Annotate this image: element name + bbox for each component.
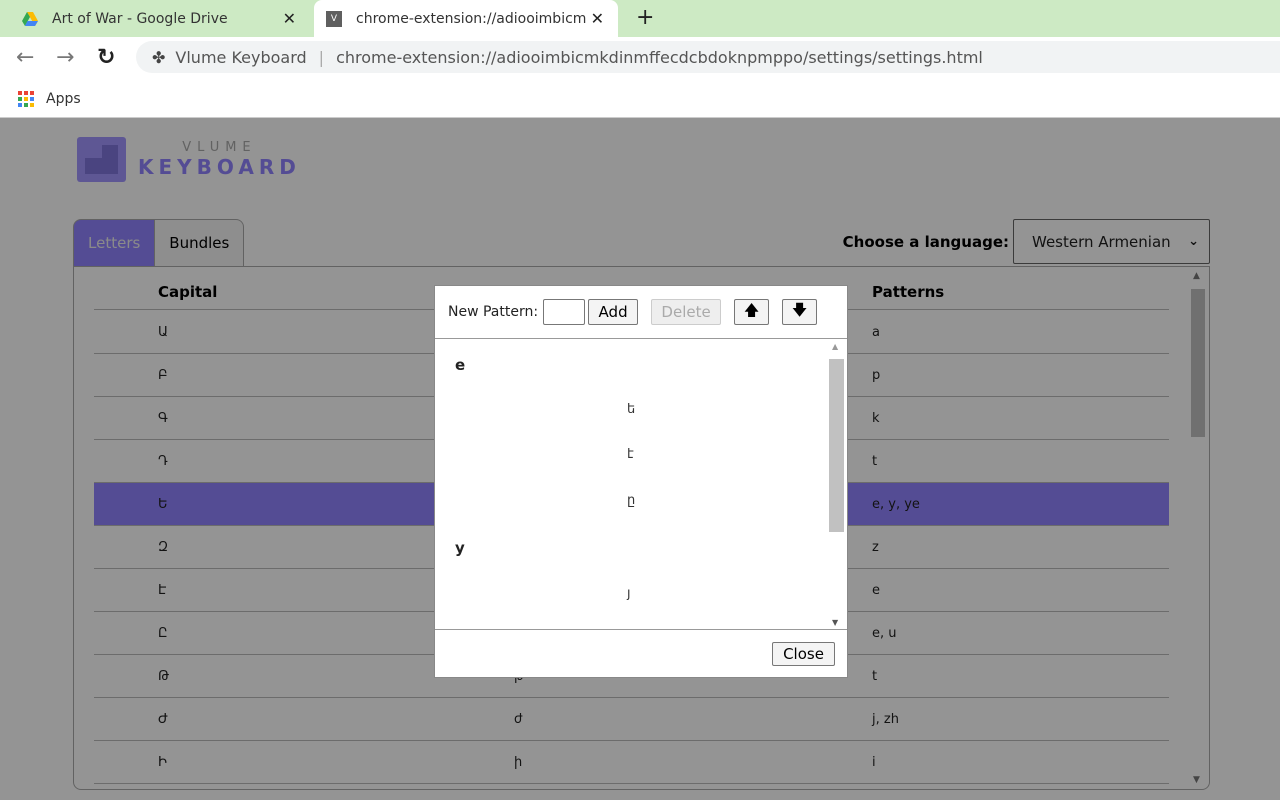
browser-tab-extension[interactable]: V chrome-extension://adiooimbicm ✕ [314,0,618,37]
dialog-footer: Close [435,630,847,678]
back-icon[interactable]: ← [16,45,34,70]
divider: | [318,47,325,67]
tab-title: chrome-extension://adiooimbicm [356,10,587,27]
new-pattern-input[interactable] [543,299,586,325]
scroll-up-icon[interactable]: ▲ [832,342,838,351]
close-button[interactable]: Close [772,642,835,666]
forward-icon[interactable]: → [56,45,74,70]
arrow-up-icon: 🡅 [743,300,760,319]
reload-icon[interactable]: ↻ [97,45,115,70]
pattern-list: e ե է ը y յ ▲ ▼ [435,339,847,630]
extension-v-icon: V [326,10,342,27]
scroll-down-icon[interactable]: ▼ [832,618,838,627]
browser-tab-bar: Art of War - Google Drive ✕ V chrome-ext… [0,0,1280,37]
move-down-button[interactable]: 🡇 [782,299,818,325]
close-tab-icon[interactable]: ✕ [591,9,604,28]
puzzle-icon: ✤ [152,47,166,67]
new-pattern-label: New Pattern: [448,304,539,320]
scroll-thumb[interactable] [829,359,844,532]
apps-grid-icon [18,91,34,107]
pattern-dialog: New Pattern: Add Delete 🡅 🡇 e ե է ը y յ … [434,285,848,678]
address-bar[interactable]: ✤ Vlume Keyboard | chrome-extension://ad… [136,41,1280,73]
arrow-down-icon: 🡇 [791,300,808,319]
dialog-toolbar: New Pattern: Add Delete 🡅 🡇 [435,286,847,339]
pattern-group[interactable]: y [455,539,465,557]
delete-button[interactable]: Delete [651,299,722,325]
pattern-group[interactable]: e [455,356,465,374]
pattern-letter[interactable]: ե [627,402,635,417]
add-button[interactable]: Add [588,299,639,325]
browser-tab-google-drive[interactable]: Art of War - Google Drive ✕ [10,0,310,37]
pattern-letter[interactable]: ը [627,493,635,508]
new-tab-icon[interactable]: + [636,5,654,30]
move-up-button[interactable]: 🡅 [734,299,770,325]
dialog-scrollbar[interactable]: ▲ ▼ [828,339,845,629]
settings-page: VLUME KEYBOARD Letters Bundles Choose a l… [0,118,1280,800]
browser-toolbar: ← → ↻ ✤ Vlume Keyboard | chrome-extensio… [0,37,1280,81]
url-text: chrome-extension://adiooimbicmkdinmffecd… [336,47,983,67]
pattern-letter[interactable]: յ [627,586,631,601]
tab-title: Art of War - Google Drive [52,10,228,27]
pattern-letter[interactable]: է [627,447,634,462]
site-name: Vlume Keyboard [175,47,307,67]
bookmarks-bar: Apps [0,81,1280,118]
google-drive-icon [22,11,38,26]
bookmark-apps[interactable]: Apps [46,91,81,107]
close-tab-icon[interactable]: ✕ [283,9,296,28]
